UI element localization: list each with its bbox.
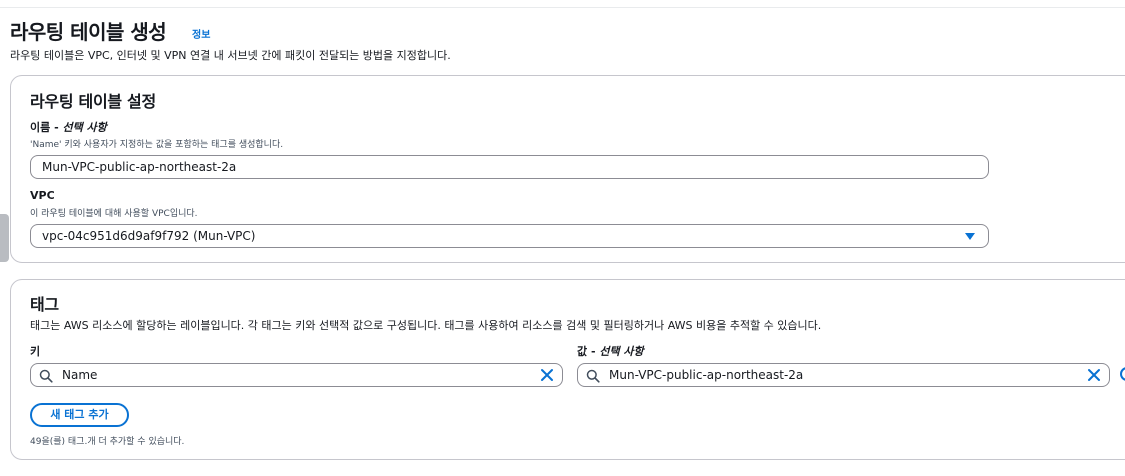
tag-key-input[interactable]: Name <box>30 363 563 387</box>
tag-key-label: 키 <box>30 345 41 358</box>
vpc-hint: 이 라우팅 테이블에 대해 사용할 VPC입니다. <box>30 209 198 219</box>
clear-icon[interactable] <box>1087 368 1101 382</box>
top-divider <box>0 7 1125 8</box>
tag-key-value: Name <box>62 368 98 382</box>
tag-value-optional-text: 선택 사항 <box>599 345 644 358</box>
vpc-select-value: vpc-04c951d6d9af9f792 (Mun-VPC) <box>42 229 256 243</box>
tag-value-label-text: 값 - <box>577 345 600 358</box>
settings-title: 라우팅 테이블 설정 <box>30 92 156 111</box>
page-description: 라우팅 테이블은 VPC, 인터넷 및 VPN 연결 내 서브넷 간에 패킷이 … <box>10 49 451 62</box>
tags-remaining-hint: 49을(를) 태그.개 더 추가할 수 있습니다. <box>30 437 185 447</box>
vpc-select[interactable]: vpc-04c951d6d9af9f792 (Mun-VPC) <box>30 224 989 248</box>
info-link[interactable]: 정보 <box>192 26 210 41</box>
tags-description: 태그는 AWS 리소스에 할당하는 레이블입니다. 각 태그는 키와 선택적 값… <box>30 319 822 332</box>
tags-panel: 태그 태그는 AWS 리소스에 할당하는 레이블입니다. 각 태그는 키와 선택… <box>10 279 1125 460</box>
search-icon <box>586 369 600 383</box>
page-title: 라우팅 테이블 생성 <box>10 20 167 44</box>
name-input-value: Mun-VPC-public-ap-northeast-2a <box>42 160 237 174</box>
tag-value-value: Mun-VPC-public-ap-northeast-2a <box>609 368 804 382</box>
tag-value-label: 값 - 선택 사항 <box>577 343 644 359</box>
name-optional-text: 선택 사항 <box>62 121 107 134</box>
caret-down-icon <box>965 233 975 240</box>
vpc-label: VPC <box>30 189 55 202</box>
name-label-text: 이름 - <box>30 121 63 134</box>
clear-icon[interactable] <box>540 368 554 382</box>
add-new-tag-button[interactable]: 새 태그 추가 <box>30 403 129 427</box>
tag-value-input[interactable]: Mun-VPC-public-ap-northeast-2a <box>577 363 1110 387</box>
name-hint: 'Name' 키와 사용자가 지정하는 값을 포함하는 태그를 생성합니다. <box>30 140 284 150</box>
tags-title: 태그 <box>30 295 59 314</box>
search-icon <box>39 369 53 383</box>
name-input[interactable]: Mun-VPC-public-ap-northeast-2a <box>30 155 989 179</box>
side-panel-handle[interactable] <box>0 214 9 262</box>
route-table-settings-panel: 라우팅 테이블 설정 이름 - 선택 사항 'Name' 키와 사용자가 지정하… <box>10 75 1125 263</box>
name-label: 이름 - 선택 사항 <box>30 119 107 135</box>
